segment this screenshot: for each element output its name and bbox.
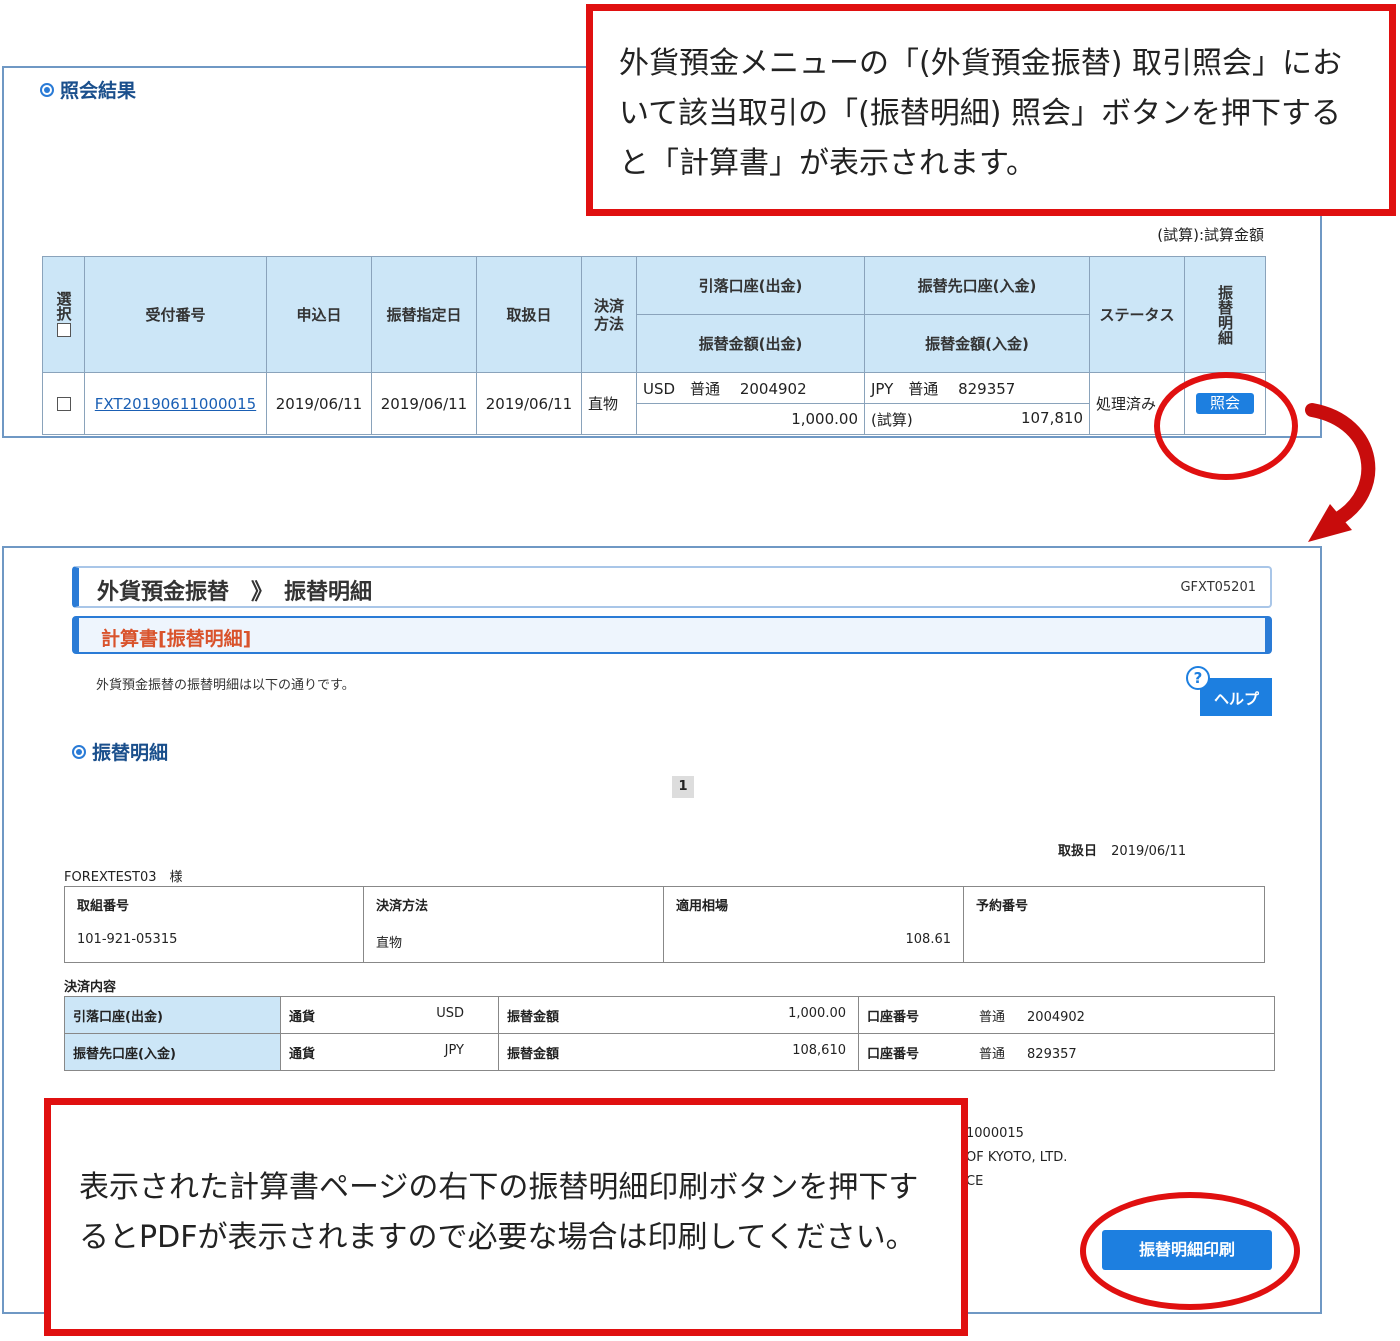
screen-id: GFXT05201	[1180, 580, 1256, 595]
highlight-ring-print	[1080, 1192, 1300, 1310]
reserve-label: 予約番号	[976, 899, 1029, 914]
settle-method-header: 決済方法	[581, 256, 637, 373]
debit-amount-cell: 1,000.00	[636, 403, 865, 435]
table-row: 引落口座(出金) 通貨 USD 振替金額 1,000.00 口座番号 普通 200490…	[64, 996, 1275, 1034]
trade-no-label: 取組番号	[77, 899, 130, 914]
credit-account-header: 振替先口座(入金)	[864, 256, 1090, 315]
debit-account-type: 引落口座(出金)	[64, 996, 281, 1034]
transfer-detail-section-title: 振替明細	[72, 738, 168, 765]
select-all-checkbox[interactable]	[56, 323, 71, 337]
transfer-date-header: 振替指定日	[371, 256, 477, 373]
settle-method-cell: 直物	[581, 372, 637, 435]
transfer-date-cell: 2019/06/11	[371, 372, 477, 435]
estimate-note: (試算):試算金額	[1157, 226, 1264, 244]
detail-header: 振替明細	[1184, 256, 1266, 373]
help-icon: ?	[1186, 666, 1210, 690]
table-row: 振替先口座(入金) 通貨 JPY 振替金額 108,610 口座番号 普通 829357	[64, 1033, 1275, 1071]
debit-account-cell: USD 普通 2004902	[636, 372, 865, 404]
receipt-no-header: 受付番号	[84, 256, 267, 373]
help-button[interactable]: ? ヘルプ	[1186, 666, 1272, 716]
bottom-callout: 表示された計算書ページの右下の振替明細印刷ボタンを押下するとPDFが表示されます…	[44, 1098, 968, 1336]
handling-date-cell: 2019/06/11	[476, 372, 582, 435]
section-bullet-icon	[72, 744, 86, 759]
settle-label: 決済方法	[376, 899, 429, 914]
page-number[interactable]: 1	[672, 776, 694, 798]
credit-amount-cell: (試算) 107,810	[864, 403, 1090, 435]
credit-account-cell: JPY 普通 829357	[864, 372, 1090, 404]
footer-info: 1000015 OF KYOTO, LTD. CE	[966, 1126, 1068, 1189]
customer-name: FOREXTEST03 様	[64, 870, 183, 885]
settle-value: 直物	[376, 936, 403, 951]
trade-no-value: 101-921-05315	[77, 932, 178, 947]
top-callout: 外貨預金メニューの「(外貨預金振替) 取引照会」において該当取引の「(振替明細)…	[586, 4, 1396, 216]
row-select-checkbox[interactable]	[56, 397, 71, 411]
rate-label: 適用相場	[676, 899, 729, 914]
subtitle-bar: 計算書[振替明細]	[72, 616, 1272, 654]
apply-date-header: 申込日	[266, 256, 372, 373]
page-header-bar: 外貨預金振替 》 振替明細 GFXT05201	[72, 566, 1272, 608]
table-row: FXT20190611000015 2019/06/11 2019/06/11 …	[42, 372, 1266, 435]
settlement-table: 引落口座(出金) 通貨 USD 振替金額 1,000.00 口座番号 普通 200490…	[64, 996, 1275, 1071]
trade-info-table: 取組番号 101-921-05315 決済方法 直物 適用相場 108.61 予…	[64, 886, 1265, 963]
page-title: 外貨預金振替 》 振替明細	[97, 580, 373, 605]
credit-amount-header: 振替金額(入金)	[864, 314, 1090, 373]
receipt-no-link[interactable]: FXT20190611000015	[95, 395, 256, 413]
result-table: 選択 受付番号 申込日 振替指定日 取扱日 決済方法 引落口座(出金) 振替先口…	[42, 256, 1266, 435]
curved-arrow-icon	[1305, 403, 1376, 542]
debit-account-header: 引落口座(出金)	[636, 256, 865, 315]
status-header: ステータス	[1089, 256, 1185, 373]
description-text: 外貨預金振替の振替明細は以下の通りです。	[96, 678, 355, 693]
settlement-label: 決済内容	[64, 980, 117, 995]
debit-amount-header: 振替金額(出金)	[636, 314, 865, 373]
handling-date-line: 取扱日 2019/06/11	[1058, 844, 1187, 859]
rate-value: 108.61	[905, 932, 952, 947]
credit-account-type: 振替先口座(入金)	[64, 1033, 281, 1071]
apply-date-cell: 2019/06/11	[266, 372, 372, 435]
handling-date-header: 取扱日	[476, 256, 582, 373]
highlight-ring-inquiry	[1154, 372, 1298, 480]
select-header: 選択	[42, 256, 85, 373]
result-section-title: 照会結果	[40, 76, 136, 103]
subtitle: 計算書[振替明細]	[101, 628, 252, 650]
section-bullet-icon	[40, 82, 54, 97]
